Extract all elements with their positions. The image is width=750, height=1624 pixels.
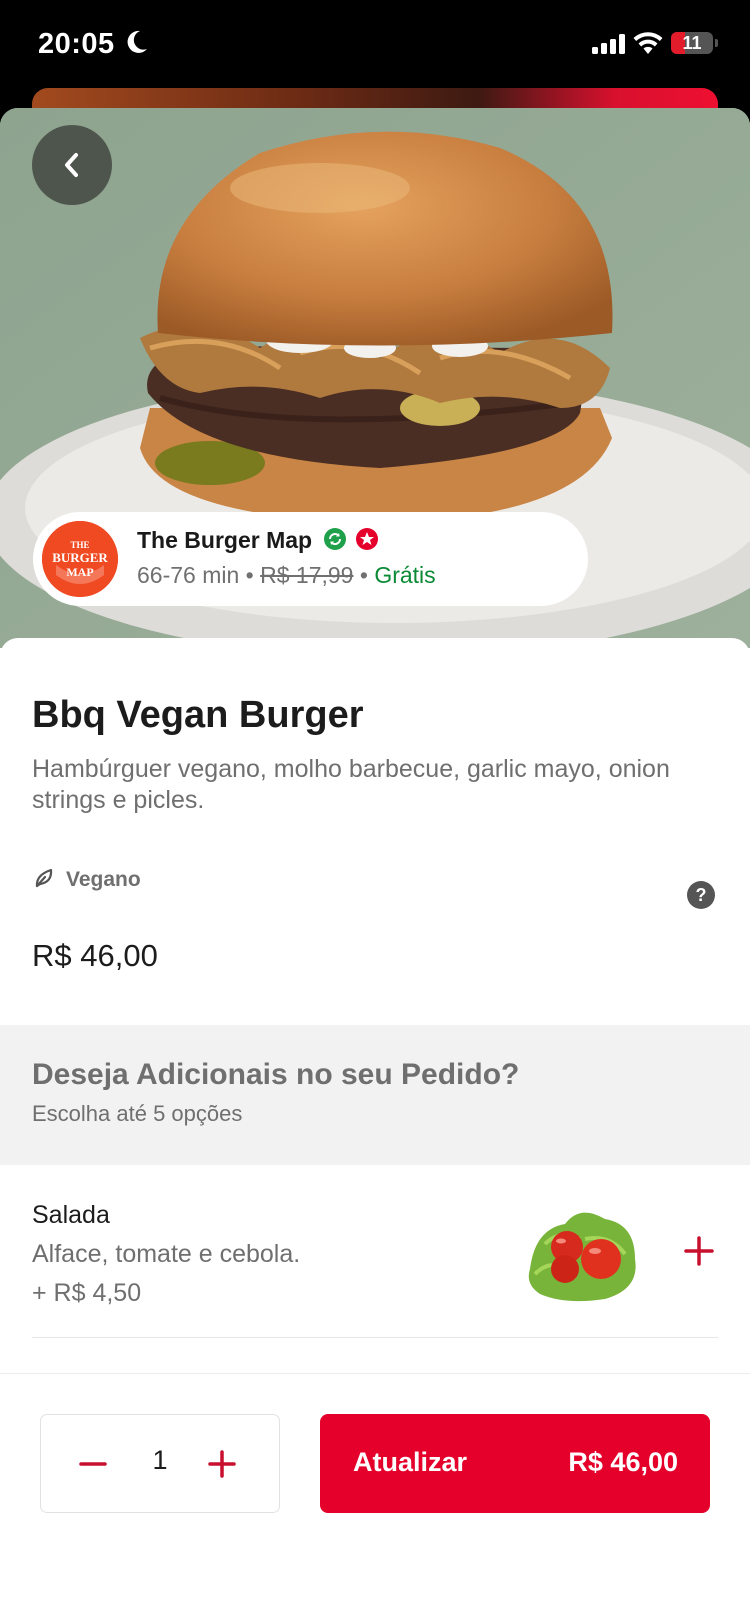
addon-item[interactable]: Salada Alface, tomate e cebola. + R$ 4,5… — [0, 1165, 750, 1339]
back-button[interactable] — [32, 125, 112, 205]
addons-header: Deseja Adicionais no seu Pedido? Escolha… — [0, 1025, 750, 1165]
battery-icon: 11 — [671, 32, 713, 54]
meta-separator: • — [245, 562, 254, 588]
battery-tip — [715, 39, 718, 47]
product-title: Bbq Vegan Burger — [32, 694, 364, 736]
addon-description: Alface, tomate e cebola. — [32, 1240, 301, 1268]
status-bar: 20:05 11 — [0, 0, 750, 90]
update-button[interactable]: Atualizar R$ 46,00 — [320, 1414, 710, 1513]
meta-separator-2: • — [359, 562, 368, 588]
store-delivery-info: 66-76 min • R$ 17,99 • Grátis — [137, 562, 436, 589]
battery-level: 11 — [682, 33, 702, 53]
addons-title: Deseja Adicionais no seu Pedido? — [32, 1058, 520, 1091]
refresh-badge-icon — [324, 528, 346, 550]
help-icon[interactable]: ? — [686, 880, 716, 910]
update-button-price: R$ 46,00 — [568, 1447, 678, 1477]
product-price: R$ 46,00 — [32, 938, 158, 973]
quantity-value: 1 — [152, 1445, 168, 1475]
delivery-fee: Grátis — [374, 562, 436, 588]
update-button-label: Atualizar — [353, 1447, 468, 1477]
status-time: 20:05 — [38, 28, 115, 60]
svg-text:MAP: MAP — [66, 565, 93, 579]
chevron-left-icon — [65, 153, 78, 177]
vegan-tag: Vegano — [66, 868, 141, 891]
product-image: THE BURGER MAP The Burger Map 66-76 min … — [0, 108, 750, 648]
product-details: Bbq Vegan Burger Hambúrguer vegano, molh… — [0, 638, 750, 1624]
product-description: Hambúrguer vegano, molho barbecue, garli… — [32, 755, 670, 814]
svg-text:THE: THE — [70, 540, 89, 550]
addons-subtitle: Escolha até 5 opções — [32, 1101, 243, 1126]
footer-bar: 1 Atualizar R$ 46,00 — [0, 1373, 750, 1624]
plus-icon[interactable] — [207, 1449, 237, 1479]
quantity-stepper: 1 — [40, 1414, 280, 1513]
divider — [32, 1337, 718, 1338]
svg-text:?: ? — [696, 885, 707, 905]
wifi-icon — [633, 32, 663, 54]
store-info[interactable]: THE BURGER MAP The Burger Map 66-76 min … — [33, 512, 588, 606]
store-name: The Burger Map — [137, 527, 313, 553]
product-sheet: THE BURGER MAP The Burger Map 66-76 min … — [0, 108, 750, 1624]
store-logo: THE BURGER MAP — [42, 521, 118, 597]
delivery-old-fee: R$ 17,99 — [260, 562, 354, 588]
leaf-icon — [35, 868, 53, 888]
addon-name: Salada — [32, 1201, 110, 1229]
super-restaurant-badge-icon — [356, 528, 378, 550]
signal-icon — [592, 34, 625, 54]
addon-price: + R$ 4,50 — [32, 1279, 142, 1307]
delivery-time: 66-76 min — [137, 562, 240, 588]
add-addon-plus-icon[interactable] — [683, 1235, 715, 1267]
moon-icon — [127, 30, 147, 53]
svg-text:BURGER: BURGER — [52, 550, 108, 565]
salad-image — [528, 1212, 636, 1302]
